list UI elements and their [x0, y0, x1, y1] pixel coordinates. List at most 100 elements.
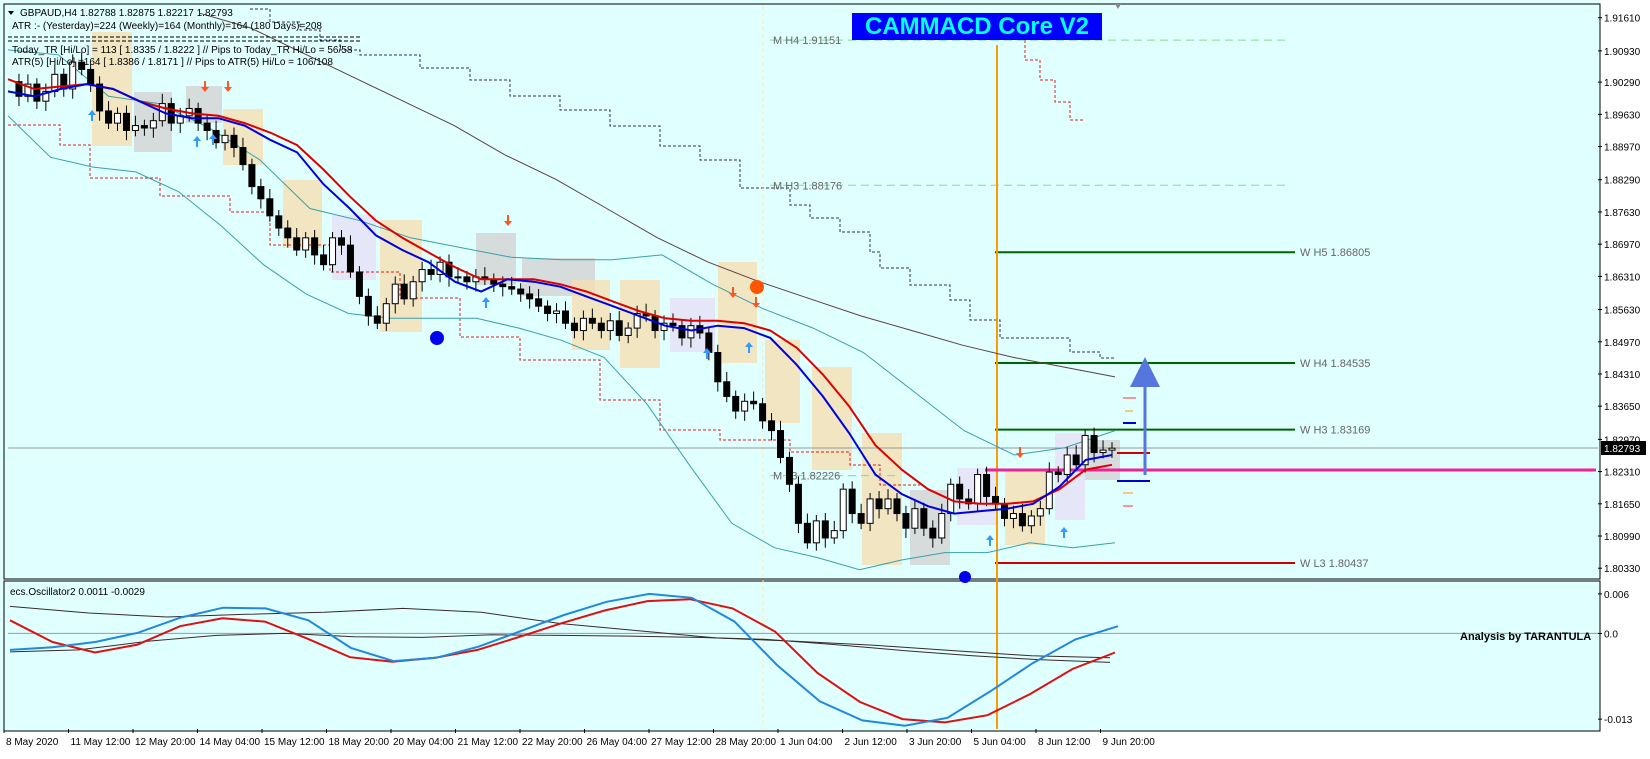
candle-bull — [741, 400, 749, 412]
x-tick-label: 14 May 04:00 — [200, 737, 261, 748]
swing-high-dot — [750, 280, 764, 294]
candle-bull — [839, 488, 847, 532]
candle-bull — [1099, 449, 1107, 454]
candle-bear — [803, 522, 811, 544]
x-tick-label: 11 May 12:00 — [71, 737, 131, 748]
candle-bear — [544, 305, 552, 314]
y-tick-label: 1.84970 — [1604, 338, 1641, 349]
pivot-label: M H4 1.91151 — [773, 35, 841, 47]
x-tick-label: 8 May 2020 — [6, 737, 59, 748]
candle-bear — [597, 322, 605, 332]
candle-bull — [418, 269, 426, 283]
highlight-box — [718, 262, 757, 363]
candle-bear — [777, 430, 785, 458]
candle-bull — [830, 530, 838, 539]
osc-y-tick-label: -0.013 — [1604, 715, 1633, 726]
candle-bear — [750, 400, 758, 405]
y-tick-label: 1.88290 — [1604, 176, 1641, 187]
y-tick-label: 1.90930 — [1604, 47, 1641, 58]
pivot-label: W H3 1.83169 — [1300, 425, 1370, 437]
candle-bear — [893, 498, 901, 515]
candle-bull — [579, 317, 587, 332]
candle-bear — [875, 498, 883, 510]
candle-bear — [239, 147, 247, 166]
y-tick-label: 1.83650 — [1604, 402, 1641, 413]
candle-bear — [194, 107, 202, 124]
candle-bear — [499, 283, 507, 288]
y-tick-label: 1.80330 — [1604, 564, 1641, 575]
candle-bear — [920, 508, 928, 529]
candle-bull — [114, 112, 122, 124]
candle-bear — [768, 420, 776, 432]
x-tick-label: 8 Jun 12:00 — [1038, 737, 1091, 748]
candle-bear — [983, 474, 991, 497]
y-tick-label: 1.80990 — [1604, 532, 1641, 543]
candle-bear — [140, 125, 148, 129]
candle-bear — [230, 134, 238, 149]
candle-bull — [687, 325, 695, 339]
oscillator-label: ecs.Oscillator2 0.0011 -0.0029 — [10, 587, 145, 598]
highlight-box — [765, 340, 800, 423]
candle-bear — [427, 269, 435, 275]
candle-bear — [364, 295, 372, 317]
candle-bear — [105, 110, 113, 124]
candle-bear — [122, 112, 130, 131]
pivot-label: W H5 1.86805 — [1300, 247, 1370, 259]
candle-bear — [669, 322, 677, 327]
candle-bear — [902, 513, 910, 529]
candle-bull — [409, 281, 417, 300]
x-tick-label: 15 May 12:00 — [264, 737, 325, 748]
candle-bear — [508, 286, 516, 290]
candle-bear — [517, 288, 525, 295]
candle-bull — [302, 237, 310, 251]
atr-info: ATR :- (Yesterday)=224 (Weekly)=164 (Mon… — [12, 21, 322, 32]
candle-bull — [1027, 515, 1035, 527]
candle-bear — [759, 403, 767, 422]
y-tick-label: 1.86970 — [1604, 240, 1641, 251]
swing-low-dot — [959, 571, 971, 583]
candle-bear — [266, 198, 274, 217]
candle-bear — [87, 68, 95, 85]
candle-bear — [956, 483, 964, 500]
candle-bear — [248, 164, 256, 188]
candle-bear — [570, 322, 578, 332]
y-tick-label: 1.85630 — [1604, 306, 1641, 317]
credit-label: Analysis by TARANTULA — [1460, 631, 1591, 643]
y-tick-label: 1.82310 — [1604, 468, 1641, 479]
candle-bear — [293, 237, 301, 251]
candle-bear — [1054, 471, 1062, 476]
candle-bull — [911, 508, 919, 529]
candle-bull — [1108, 447, 1116, 451]
indicator-banner: CAMMACD Core V2 — [852, 13, 1102, 40]
candle-bear — [615, 320, 623, 336]
x-tick-label: 20 May 04:00 — [393, 737, 454, 748]
candle-bear — [929, 527, 937, 539]
candle-bear — [714, 352, 722, 383]
today-range-info: Today_TR [Hi/Lo] = 113 [ 1.8335 / 1.8222… — [12, 45, 353, 56]
osc-y-tick-label: 0.006 — [1604, 590, 1629, 601]
x-tick-label: 18 May 20:00 — [329, 737, 390, 748]
symbol-info: GBPAUD,H4 1.82788 1.82875 1.82217 1.8279… — [20, 8, 233, 19]
pivot-label: W H4 1.84535 — [1300, 358, 1370, 370]
candle-bull — [1009, 513, 1017, 519]
x-tick-label: 21 May 12:00 — [458, 737, 519, 748]
trading-chart[interactable]: M H4 1.91151 M H3 1.88176 M L3 1.82226 W H5… — [0, 0, 1650, 754]
candle-bear — [732, 395, 740, 412]
candle-bear — [33, 83, 41, 102]
candle-bear — [400, 283, 408, 300]
x-tick-label: 28 May 20:00 — [716, 737, 777, 748]
candle-bull — [812, 520, 820, 544]
candle-bear — [337, 237, 345, 246]
pivot-label: M L3 1.82226 — [773, 471, 840, 483]
candle-bear — [373, 315, 381, 324]
osc-y-tick-label: 0.0 — [1604, 629, 1618, 640]
candle-bull — [391, 283, 399, 305]
candle-bear — [561, 310, 569, 324]
swing-low-dot — [430, 331, 444, 345]
pivot-label: W L3 1.80437 — [1300, 558, 1369, 570]
candle-bull — [1045, 471, 1053, 510]
chart-canvas: M H4 1.91151 M H3 1.88176 M L3 1.82226 W H5… — [0, 0, 1650, 754]
highlight-box — [332, 215, 376, 280]
candle-bear — [463, 276, 471, 283]
x-tick-label: 22 May 20:00 — [522, 737, 583, 748]
